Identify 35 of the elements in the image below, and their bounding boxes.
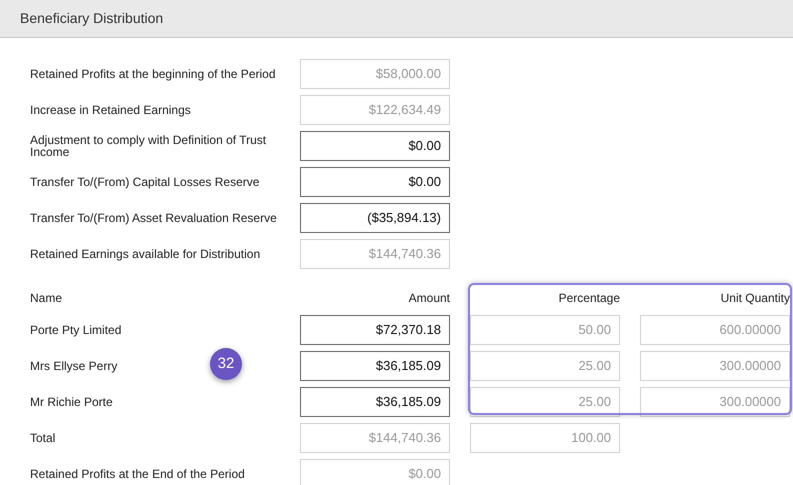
- amount-field[interactable]: $144,740.36: [300, 423, 450, 453]
- amount-field[interactable]: 50.00: [470, 315, 620, 345]
- amount-field[interactable]: $144,740.36: [300, 239, 450, 269]
- amount-field[interactable]: 25.00: [470, 351, 620, 381]
- column-header: Percentage: [558, 291, 620, 305]
- step-badge: 32: [210, 348, 242, 380]
- amount-field[interactable]: $36,185.09: [300, 351, 450, 381]
- field-label: Retained Profits at the End of the Period: [30, 467, 245, 481]
- field-label: Increase in Retained Earnings: [30, 104, 191, 116]
- amount-field[interactable]: 25.00: [470, 387, 620, 417]
- field-label: Adjustment to comply with Definition of Trust Income: [30, 134, 268, 158]
- field-label: Mr Richie Porte: [30, 395, 113, 409]
- amount-field[interactable]: $72,370.18: [300, 315, 450, 345]
- amount-field[interactable]: 300.00000: [640, 351, 790, 381]
- amount-field[interactable]: $0.00: [300, 131, 450, 161]
- amount-field[interactable]: $36,185.09: [300, 387, 450, 417]
- field-label: Porte Pty Limited: [30, 323, 122, 337]
- field-label: Transfer To/(From) Asset Revaluation Reserve: [30, 212, 277, 224]
- field-label: Total: [30, 431, 56, 445]
- field-label: Mrs Ellyse Perry: [30, 359, 118, 373]
- column-header: Unit Quantity: [720, 291, 790, 305]
- panel-title: Beneficiary Distribution: [20, 9, 164, 28]
- amount-field[interactable]: 600.00000: [640, 315, 790, 345]
- column-header: Name: [30, 291, 62, 305]
- amount-field[interactable]: $122,634.49: [300, 95, 450, 125]
- amount-field[interactable]: $0.00: [300, 167, 450, 197]
- column-header: Amount: [408, 291, 450, 305]
- amount-field[interactable]: $58,000.00: [300, 59, 450, 89]
- amount-field[interactable]: $0.00: [300, 459, 450, 485]
- field-label: Retained Profits at the beginning of the Period: [30, 68, 276, 80]
- field-label: Retained Earnings available for Distribution: [30, 248, 260, 260]
- field-label: Transfer To/(From) Capital Losses Reserve: [30, 176, 260, 188]
- amount-field[interactable]: 300.00000: [640, 387, 790, 417]
- amount-field[interactable]: ($35,894.13): [300, 203, 450, 233]
- amount-field[interactable]: 100.00: [470, 423, 620, 453]
